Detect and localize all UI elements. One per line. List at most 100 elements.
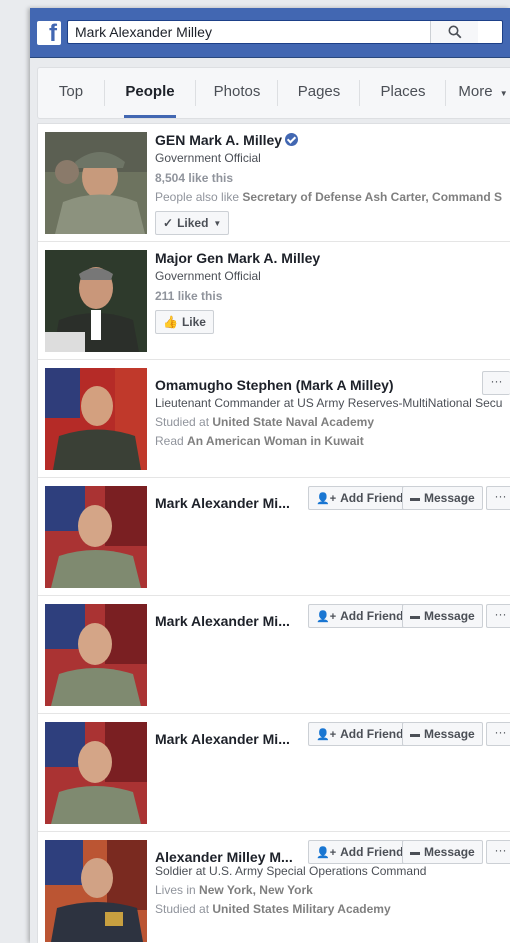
profile-photo[interactable] [45,132,147,234]
tab-more-label: More [458,83,493,100]
like-button[interactable]: 👍 Like [155,310,214,334]
search-filter-tabs: Top People Photos Pages Places More ▼ [37,67,510,119]
add-friend-label: Add Friend [340,727,404,741]
result-actions: Mark Alexander Mi... 👤+ Add Friend ▬ Mes… [155,604,510,634]
tab-people[interactable]: People [116,68,184,118]
result-actions: Mark Alexander Mi... 👤+ Add Friend ▬ Mes… [155,486,510,516]
top-bar: f [30,8,510,58]
also-like-prefix: People also like [155,190,243,204]
tab-divider [104,80,105,106]
result-category: Government Official [155,151,261,165]
result-details: Soldier at U.S. Army Special Operations … [155,862,510,919]
profile-photo[interactable] [45,368,147,470]
add-friend-icon: 👤+ [316,846,337,859]
search-icon [448,25,461,39]
more-options-button[interactable]: ··· [482,371,510,395]
message-button[interactable]: ▬ Message [402,486,483,510]
result-name[interactable]: Mark Alexander Mi... [155,613,290,629]
read-prefix: Read [155,434,188,448]
message-icon: ▬ [410,492,420,504]
message-button[interactable]: ▬ Message [402,604,483,628]
lives-prefix: Lives in [155,883,200,897]
result-location: Lives in New York, New York [155,881,510,900]
result-row: Mark Alexander Mi... 👤+ Add Friend ▬ Mes… [38,714,510,832]
result-row: Major Gen Mark A. Milley Government Offi… [38,242,510,360]
result-info: Major Gen Mark A. Milley Government Offi… [155,249,510,334]
search-button[interactable] [430,21,478,43]
profile-photo[interactable] [45,250,147,352]
search-input[interactable] [68,21,458,43]
more-options-button[interactable]: ··· [486,840,510,864]
message-label: Message [424,491,475,505]
add-friend-button[interactable]: 👤+ Add Friend [308,840,412,864]
result-actions: Mark Alexander Mi... 👤+ Add Friend ▬ Mes… [155,722,510,752]
thumbs-up-icon: 👍 [163,315,178,329]
tab-top[interactable]: Top [52,68,90,118]
result-info: Omamugho Stephen (Mark A Milley) Lieuten… [155,367,510,451]
profile-photo[interactable] [45,604,147,706]
add-friend-label: Add Friend [340,491,404,505]
add-friend-button[interactable]: 👤+ Add Friend [308,722,412,746]
lives-place[interactable]: New York, New York [199,883,313,897]
more-options-button[interactable]: ··· [486,486,510,510]
studied-prefix: Studied at [155,902,213,916]
tab-divider [359,80,360,106]
result-name[interactable]: Omamugho Stephen (Mark A Milley) [155,376,510,394]
page-gutter [0,0,30,943]
message-label: Message [424,845,475,859]
studied-place[interactable]: United State Naval Academy [212,415,374,429]
tab-divider [277,80,278,106]
result-job: Soldier at U.S. Army Special Operations … [155,864,427,878]
result-row: Alexander Milley M... 👤+ Add Friend ▬ Me… [38,832,510,943]
result-name[interactable]: Major Gen Mark A. Milley [155,249,510,267]
add-friend-label: Add Friend [340,609,404,623]
like-count: 211 like this [155,289,223,303]
message-label: Message [424,609,475,623]
add-friend-button[interactable]: 👤+ Add Friend [308,486,412,510]
like-label: Like [181,315,206,329]
tab-places[interactable]: Places [374,68,432,118]
checkmark-icon: ✓ [163,216,174,230]
message-button[interactable]: ▬ Message [402,840,483,864]
more-options-button[interactable]: ··· [486,604,510,628]
result-education: Studied at United States Military Academ… [155,900,510,919]
message-icon: ▬ [410,728,420,740]
tab-photos[interactable]: Photos [208,68,266,118]
message-icon: ▬ [410,846,420,858]
tab-more[interactable]: More ▼ [456,68,510,118]
result-row: Mark Alexander Mi... 👤+ Add Friend ▬ Mes… [38,596,510,714]
tab-pages[interactable]: Pages [291,68,347,118]
also-like-line: People also like Secretary of Defense As… [155,188,510,207]
search-results: GEN Mark A. Milley Government Official 8… [37,123,510,943]
result-category: Government Official [155,269,261,283]
caret-down-icon: ▼ [213,218,222,228]
studied-place[interactable]: United States Military Academy [212,902,390,916]
verified-badge-icon [285,133,299,146]
studied-prefix: Studied at [155,415,213,429]
facebook-window: f Top People Photos Pages Places More ▼ [30,8,510,943]
result-name-text[interactable]: GEN Mark A. Milley [155,132,282,148]
facebook-logo-icon[interactable]: f [37,21,61,45]
profile-photo[interactable] [45,486,147,588]
add-friend-icon: 👤+ [316,492,337,505]
more-options-button[interactable]: ··· [486,722,510,746]
profile-photo[interactable] [45,840,147,942]
add-friend-button[interactable]: 👤+ Add Friend [308,604,412,628]
liked-button[interactable]: ✓ Liked ▼ [155,211,230,235]
result-name[interactable]: Mark Alexander Mi... [155,495,290,511]
result-row: GEN Mark A. Milley Government Official 8… [38,124,510,242]
caret-down-icon: ▼ [499,89,508,98]
result-name[interactable]: Mark Alexander Mi... [155,731,290,747]
result-reading: Read An American Woman in Kuwait [155,432,510,451]
result-row: Mark Alexander Mi... 👤+ Add Friend ▬ Mes… [38,478,510,596]
profile-photo[interactable] [45,722,147,824]
result-info: GEN Mark A. Milley Government Official 8… [155,131,510,235]
also-like-names[interactable]: Secretary of Defense Ash Carter, Command… [242,190,502,204]
like-count: 8,504 like this [155,171,234,185]
message-button[interactable]: ▬ Message [402,722,483,746]
result-name[interactable]: GEN Mark A. Milley [155,131,510,149]
read-title[interactable]: An American Woman in Kuwait [187,434,364,448]
liked-label: Liked [177,216,209,230]
add-friend-icon: 👤+ [316,728,337,741]
tab-divider [445,80,446,106]
